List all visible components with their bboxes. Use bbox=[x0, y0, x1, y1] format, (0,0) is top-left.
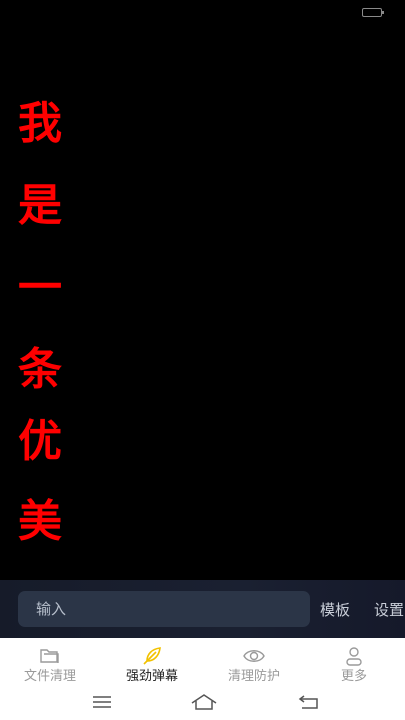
tab-file-cleanup[interactable]: 文件清理 bbox=[0, 638, 100, 686]
menu-icon[interactable] bbox=[90, 692, 114, 712]
danmaku-display: 我 是 一 条 优 美 bbox=[0, 26, 405, 582]
danmaku-text-input[interactable] bbox=[18, 591, 310, 627]
bottom-tab-bar: 文件清理 强劲弹幕 清理防护 更多 bbox=[0, 638, 405, 686]
tab-label: 清理防护 bbox=[227, 669, 280, 684]
tab-label: 强劲弹幕 bbox=[125, 669, 178, 684]
home-icon[interactable] bbox=[190, 692, 218, 712]
system-nav-bar bbox=[0, 686, 405, 720]
tab-label: 文件清理 bbox=[23, 669, 76, 684]
danmaku-char: 条 bbox=[18, 344, 62, 395]
danmaku-char: 一 bbox=[18, 262, 62, 313]
tab-more[interactable]: 更多 bbox=[304, 638, 404, 686]
danmaku-char: 我 bbox=[18, 98, 62, 149]
person-icon bbox=[343, 646, 365, 666]
settings-button[interactable]: 设置 bbox=[374, 599, 404, 620]
tab-cleanup-protection[interactable]: 清理防护 bbox=[204, 638, 304, 686]
input-panel: 模板 设置 bbox=[0, 580, 405, 638]
status-bar bbox=[0, 0, 405, 26]
folder-icon bbox=[39, 646, 61, 666]
danmaku-char: 是 bbox=[18, 180, 62, 231]
feather-icon bbox=[141, 646, 163, 666]
danmaku-char: 美 bbox=[18, 496, 62, 547]
battery-icon bbox=[362, 8, 384, 17]
back-icon[interactable] bbox=[297, 692, 321, 712]
tab-danmaku[interactable]: 强劲弹幕 bbox=[102, 638, 202, 686]
tab-label: 更多 bbox=[340, 669, 367, 684]
danmaku-char: 优 bbox=[18, 416, 62, 467]
template-button[interactable]: 模板 bbox=[320, 599, 350, 620]
eye-icon bbox=[243, 646, 265, 666]
